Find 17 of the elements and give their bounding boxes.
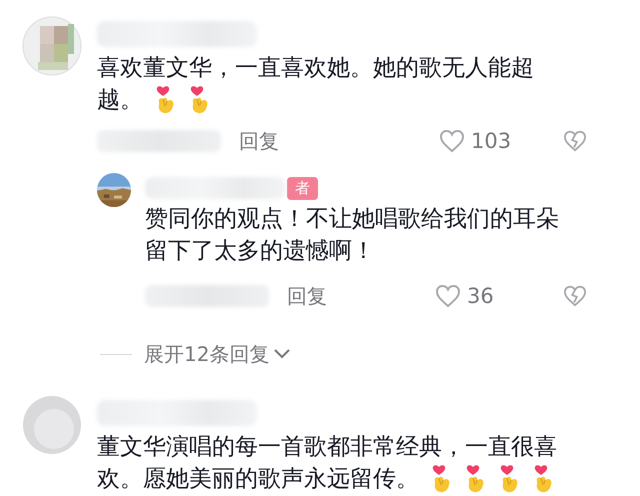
expand-replies-button[interactable]: 展开12条回复 <box>144 340 292 368</box>
broken-heart-icon[interactable] <box>563 285 587 307</box>
reply-button[interactable]: 回复 <box>239 128 279 154</box>
comment-text: 董文华演唱的每一首歌都非常经典，一直很喜 <box>97 433 557 462</box>
heart-icon[interactable] <box>439 129 465 153</box>
comment-text: 赞同你的观点！不让她唱歌给我们的耳朵 <box>145 205 559 234</box>
comment-text: 喜欢董文华，一直喜欢她。她的歌无人能超 <box>97 54 534 83</box>
author-badge: 者 <box>287 176 318 200</box>
broken-heart-icon[interactable] <box>563 130 587 152</box>
chevron-down-icon <box>273 348 292 360</box>
heart-icon[interactable] <box>435 284 461 308</box>
comment-text: 留下了太多的遗憾啊！ <box>145 237 375 266</box>
comment-text: 越。 <box>97 86 143 115</box>
comment-text: 欢。愿她美丽的歌声永远留传。 <box>97 465 419 494</box>
like-count: 36 <box>467 284 495 308</box>
reply-button[interactable]: 回复 <box>287 282 327 310</box>
like-count: 103 <box>471 129 512 153</box>
